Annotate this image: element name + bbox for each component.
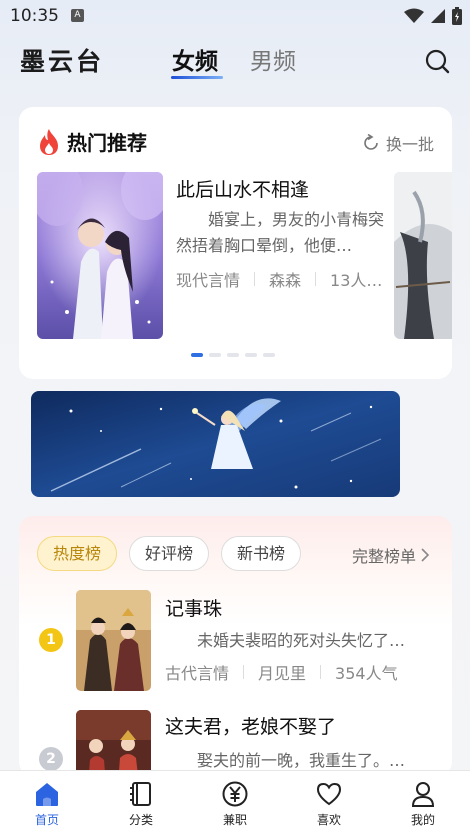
book-title[interactable]: 此后山水不相逢 (176, 175, 309, 202)
tab-hot-rank[interactable]: 热度榜 (37, 536, 118, 571)
rank-number: 1 (39, 628, 63, 652)
battery-icon (452, 7, 462, 25)
rank-number: 2 (39, 747, 63, 771)
carousel-dot[interactable] (263, 353, 275, 357)
chevron-right-icon (421, 548, 430, 562)
tab-male[interactable]: 男频 (250, 42, 296, 76)
status-icons (404, 7, 462, 25)
book-cover[interactable] (76, 710, 151, 776)
divider (254, 272, 256, 286)
refresh-label: 换一批 (385, 135, 434, 154)
book-author: 月见里 (258, 664, 307, 683)
nav-label: 兼职 (222, 813, 247, 827)
book-popularity: 354人气 (335, 664, 398, 683)
refresh-icon (364, 134, 378, 150)
signal-icon (431, 9, 445, 23)
book-cover[interactable] (76, 590, 151, 691)
book-author: 森森 (269, 271, 302, 290)
ranking-card: 热度榜 好评榜 新书榜 完整榜单 1 记事珠 未婚夫裴昭的死对头失忆了… 古代言… (19, 516, 452, 776)
nav-label: 喜欢 (316, 813, 341, 827)
flame-icon (40, 128, 58, 155)
nav-favorites[interactable]: 喜欢 (282, 771, 376, 835)
nav-part-time[interactable]: 兼职 (188, 771, 282, 835)
book-description: 未婚夫裴昭的死对头失忆了… (197, 631, 406, 650)
divider (243, 665, 245, 679)
hot-recommend-card: 热门推荐 换一批 此后山水不相逢 婚宴上，男友的小青梅突然捂着胸口晕倒，他便… … (19, 107, 452, 379)
book-icon (130, 782, 151, 806)
nav-home[interactable]: 首页 (0, 771, 94, 835)
hot-title-row: 热门推荐 (37, 127, 147, 156)
book-meta: 古代言情 月见里 354人气 (165, 660, 398, 684)
carousel-dot[interactable] (245, 353, 257, 357)
carousel-dot[interactable] (191, 353, 203, 357)
next-book-cover[interactable] (394, 172, 452, 339)
carousel-dot[interactable] (227, 353, 239, 357)
book-description: 娶夫的前一晚，我重生了。… (197, 751, 406, 770)
full-list-link[interactable]: 完整榜单 (352, 543, 430, 567)
status-bar: 10:35 A (0, 0, 470, 32)
profile-icon (411, 782, 435, 807)
carousel-indicator (191, 353, 275, 357)
book-popularity: 13人… (330, 271, 383, 290)
nav-label: 我的 (410, 813, 435, 827)
app-logo: 墨云台 (20, 47, 105, 76)
tab-good-rank[interactable]: 好评榜 (129, 536, 210, 571)
hot-recommend-title: 热门推荐 (67, 131, 147, 155)
book-meta: 现代言情 森森 13人… (176, 267, 396, 291)
book-title[interactable]: 记事珠 (165, 594, 222, 621)
book-category: 古代言情 (165, 664, 230, 683)
notification-icon: A (71, 9, 84, 22)
nav-label: 分类 (128, 813, 153, 827)
search-icon[interactable] (424, 48, 450, 74)
tab-female[interactable]: 女频 (172, 42, 218, 76)
book-category: 现代言情 (176, 271, 241, 290)
yen-icon (222, 781, 248, 807)
carousel-dot[interactable] (209, 353, 221, 357)
nav-profile[interactable]: 我的 (376, 771, 470, 835)
tab-new-rank[interactable]: 新书榜 (221, 536, 302, 571)
status-time: 10:35 (10, 6, 59, 26)
divider (315, 272, 317, 286)
bottom-nav: 首页 分类 兼职 喜欢 我的 (0, 770, 470, 835)
nav-label: 首页 (34, 813, 59, 827)
book-cover[interactable] (37, 172, 163, 339)
book-title[interactable]: 这夫君，老娘不娶了 (165, 712, 336, 739)
home-icon (36, 783, 58, 806)
promo-banner[interactable] (31, 391, 400, 497)
divider (320, 665, 322, 679)
active-tab-indicator (171, 76, 223, 79)
book-description: 婚宴上，男友的小青梅突然捂着胸口晕倒，他便… (176, 210, 385, 255)
full-list-label: 完整榜单 (351, 547, 416, 566)
refresh-button[interactable]: 换一批 (362, 131, 434, 155)
nav-category[interactable]: 分类 (94, 771, 188, 835)
wifi-icon (404, 8, 424, 23)
heart-icon (316, 782, 342, 806)
